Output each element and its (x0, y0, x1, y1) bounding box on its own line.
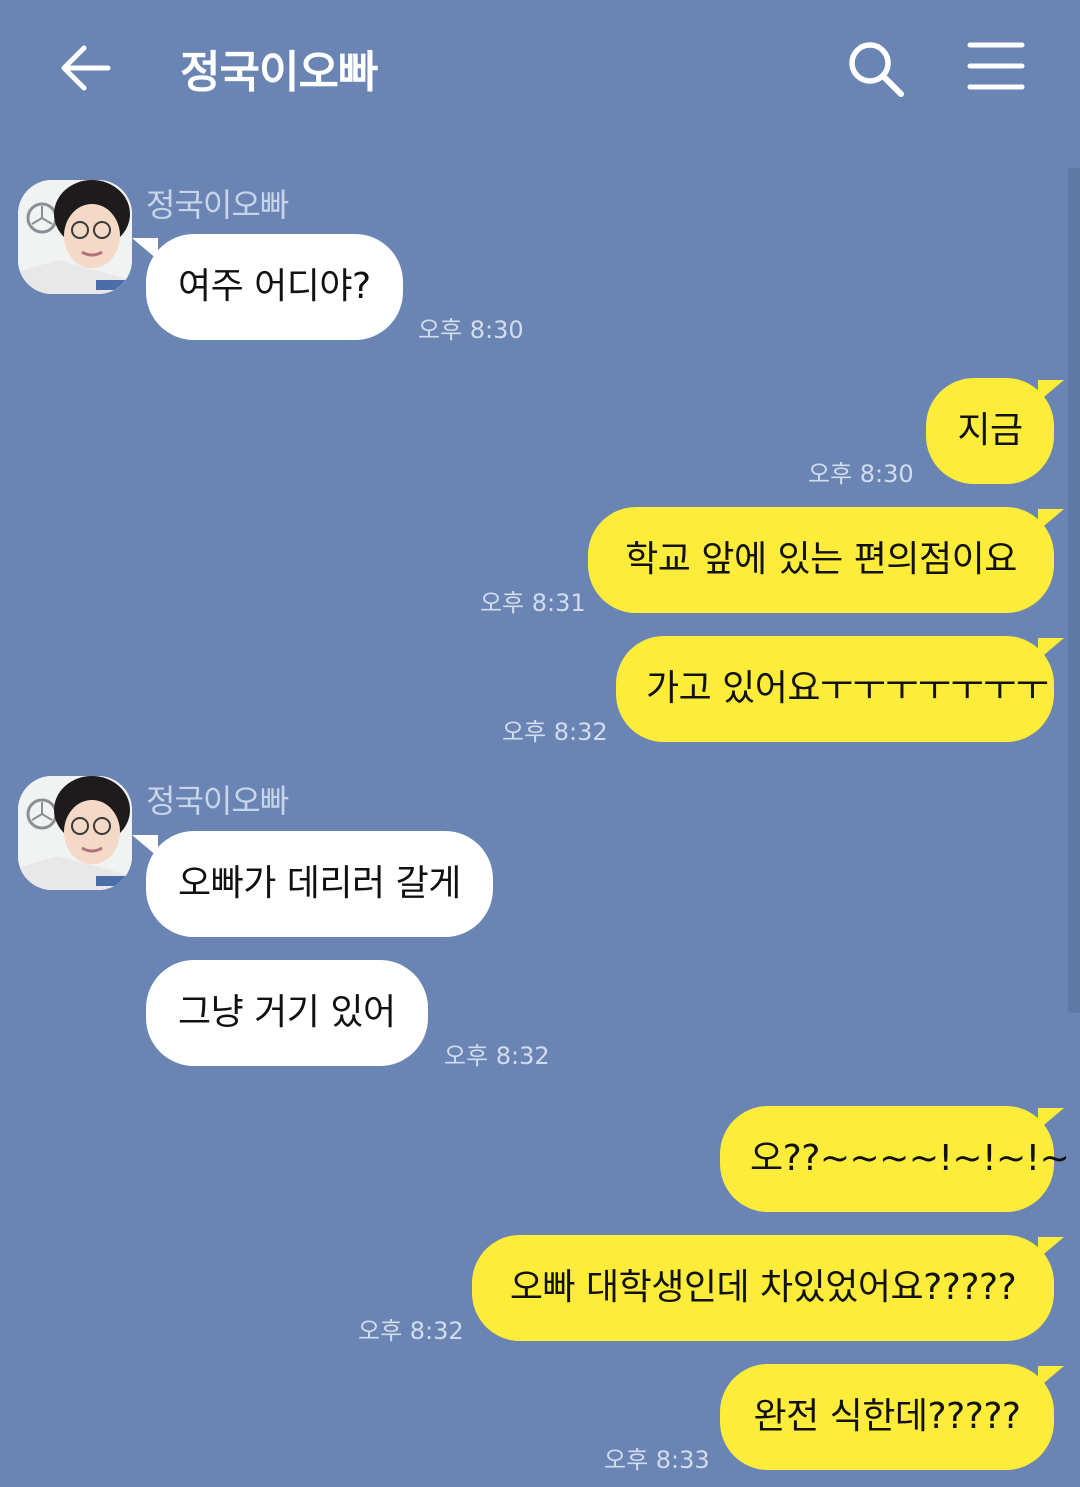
message-bubble-outgoing[interactable]: 오??~~~~!~!~!~ (720, 1106, 1070, 1212)
arrow-left-icon (61, 45, 111, 91)
message-time: 오후 8:30 (418, 316, 524, 344)
message-bubble-incoming[interactable]: 오빠가 데리러 갈게 (132, 831, 493, 937)
message-bubble-outgoing[interactable]: 지금 (926, 378, 1064, 484)
message-text: 오??~~~~!~!~!~ (750, 1138, 1070, 1179)
search-button[interactable] (845, 38, 907, 100)
back-button[interactable] (56, 38, 116, 98)
message-bubble-outgoing[interactable]: 학교 앞에 있는 편의점이요 (588, 507, 1064, 613)
message-bubble-incoming[interactable]: 여주 어디야? (132, 234, 403, 340)
search-icon (849, 42, 904, 97)
message-bubble-incoming[interactable]: 그냥 거기 있어 (146, 960, 428, 1066)
scrollbar[interactable] (1068, 168, 1080, 1013)
hamburger-menu-icon (967, 42, 1025, 90)
message-text: 오빠 대학생인데 차있었어요????? (509, 1267, 1017, 1308)
sender-name: 정국이오빠 (146, 186, 289, 224)
message-text: 학교 앞에 있는 편의점이요 (625, 539, 1017, 580)
message-text: 지금 (957, 410, 1023, 451)
menu-button[interactable] (966, 40, 1026, 92)
avatar[interactable] (18, 776, 132, 890)
message-text: 완전 식한데????? (753, 1396, 1021, 1437)
message-bubble-outgoing[interactable]: 완전 식한데????? (720, 1364, 1064, 1470)
message-text: 오빠가 데리러 갈게 (178, 863, 461, 904)
message-time: 오후 8:30 (808, 460, 914, 488)
sender-name: 정국이오빠 (146, 782, 289, 820)
message-time: 오후 8:32 (444, 1042, 550, 1070)
message-text: 그냥 거기 있어 (178, 992, 396, 1033)
message-bubble-outgoing[interactable]: 오빠 대학생인데 차있었어요????? (472, 1235, 1064, 1341)
chat-header: 정국이오빠 (0, 0, 1080, 135)
message-text: 가고 있어요ㅜㅜㅜㅜㅜㅜㅜ (646, 668, 1049, 709)
profile-photo-icon (18, 776, 132, 890)
message-text: 여주 어디야? (178, 266, 371, 307)
profile-photo-icon (18, 180, 132, 294)
message-time: 오후 8:32 (358, 1317, 464, 1345)
message-bubble-outgoing[interactable]: 가고 있어요ㅜㅜㅜㅜㅜㅜㅜ (616, 636, 1064, 742)
avatar[interactable] (18, 180, 132, 294)
message-time: 오후 8:32 (502, 718, 608, 746)
chat-title: 정국이오빠 (180, 47, 378, 98)
message-time: 오후 8:31 (480, 589, 586, 617)
message-time: 오후 8:33 (604, 1446, 710, 1474)
